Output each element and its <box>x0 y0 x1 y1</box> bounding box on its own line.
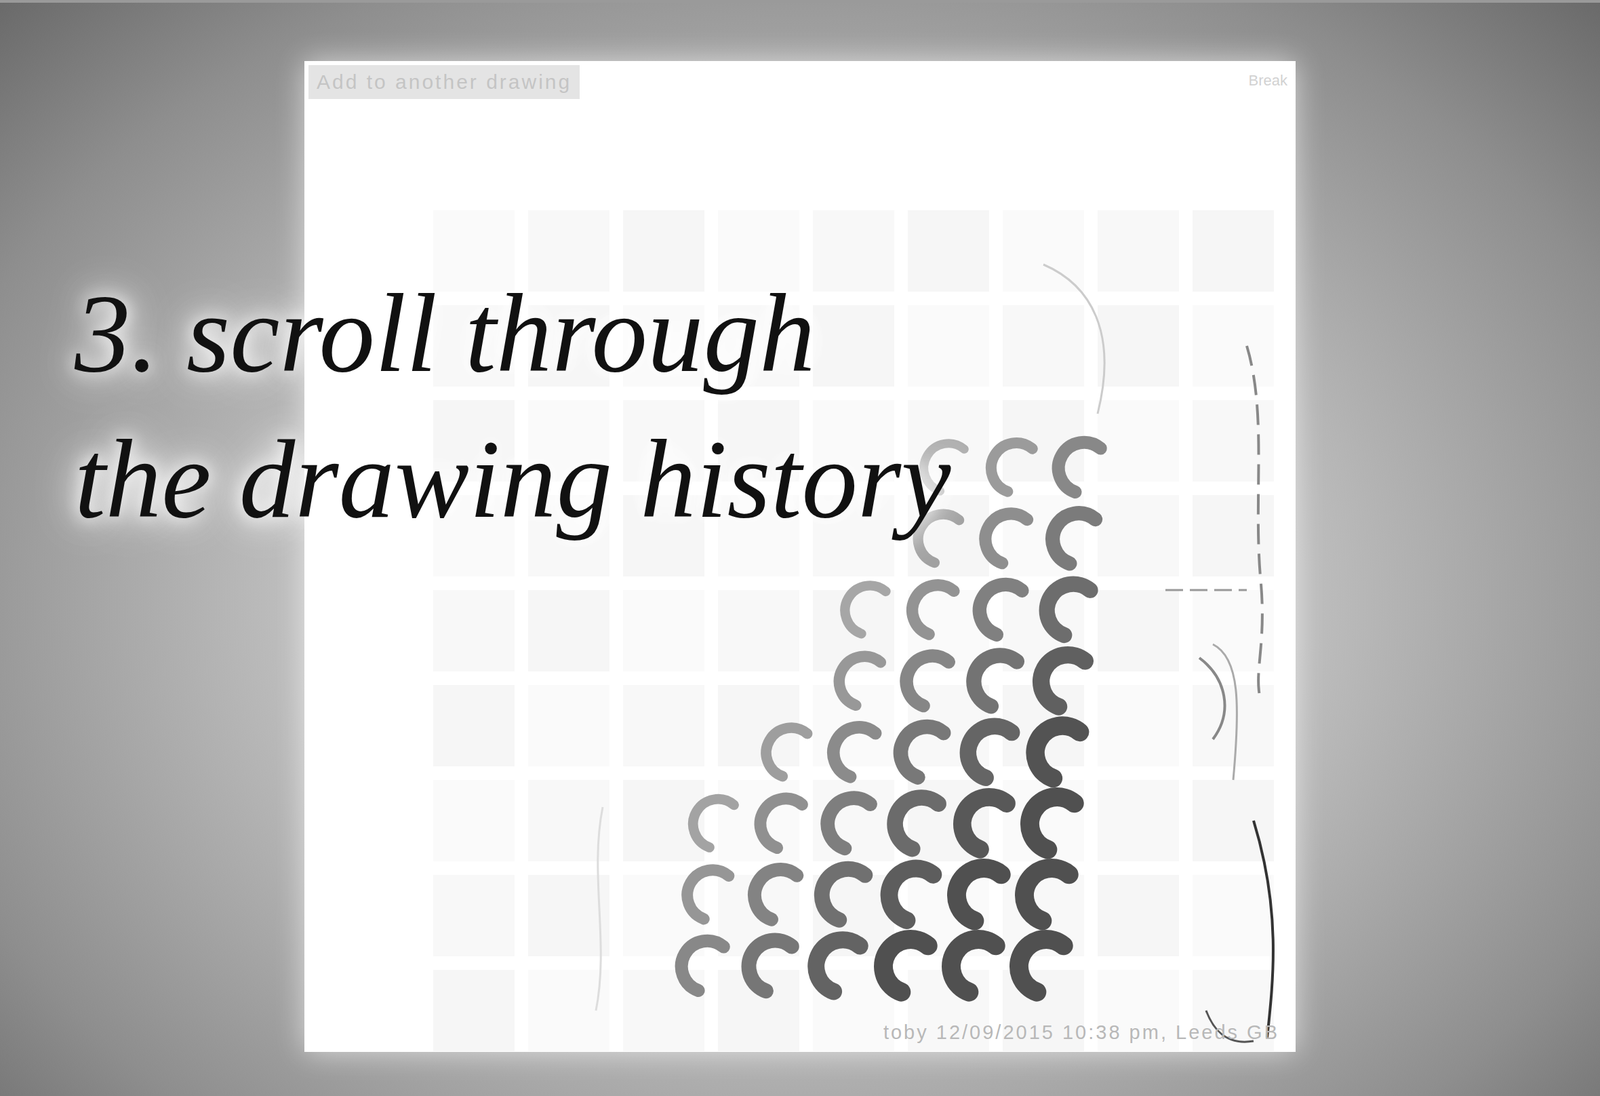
stroke-arc <box>1035 725 1080 778</box>
break-button[interactable]: Break <box>1246 65 1291 97</box>
stroke-arc <box>991 442 1033 492</box>
stroke-arc <box>1058 442 1101 492</box>
stroke-arc <box>912 585 954 634</box>
stroke-arc <box>901 726 944 777</box>
caption-row: toby 12/09/2015 10:38 pm, Leeds GB <box>304 1018 1296 1052</box>
stroke-arc <box>973 654 1017 706</box>
add-to-drawing-button[interactable]: Add to another drawing <box>308 65 580 99</box>
stroke-arc <box>1046 583 1091 635</box>
stroke-arc <box>844 585 886 634</box>
stroke-arc <box>894 797 939 849</box>
stroke-arc <box>681 940 724 990</box>
stroke-arc <box>833 726 876 777</box>
stroke-arc <box>1018 938 1064 992</box>
stroke-arc <box>839 656 881 706</box>
stroke-arc <box>956 867 1002 921</box>
stroke-arc <box>827 797 871 849</box>
instruction-overlay: 3. scroll throughthe drawing history <box>74 260 952 552</box>
stroke-arc <box>1024 867 1070 921</box>
stroke-arc <box>951 938 996 992</box>
stroke-arc <box>985 513 1028 563</box>
stroke-arc <box>889 868 934 921</box>
stroke-arc <box>979 584 1023 635</box>
drawing-panel: Add to another drawing Break toby 12/09/20… <box>304 61 1296 1052</box>
stroke-arc <box>821 868 866 920</box>
drawing-canvas[interactable] <box>304 61 1296 1052</box>
stroke-arc <box>766 727 808 777</box>
stroke-arc <box>1052 513 1096 564</box>
stroke-arc <box>748 940 792 992</box>
drawing-caption: toby 12/09/2015 10:38 pm, Leeds GB <box>879 1018 1284 1047</box>
stroke-arc <box>760 798 803 849</box>
stroke-arc <box>924 443 965 491</box>
stroke-arc <box>687 869 729 919</box>
stroke-arc <box>906 655 949 706</box>
instruction-line: 3. scroll through <box>74 260 952 407</box>
stroke-arc <box>962 796 1007 849</box>
stroke-arc <box>816 939 860 992</box>
app-page: Add to another drawing Break toby 12/09/20… <box>0 0 1600 1096</box>
stroke-arc <box>1029 796 1075 850</box>
stroke-arc <box>692 798 734 847</box>
stroke-arc <box>883 938 929 992</box>
stroke-arc <box>754 869 797 920</box>
stroke-arc <box>917 513 959 563</box>
stroke-arc <box>968 726 1012 778</box>
stroke-arc <box>1041 654 1086 707</box>
instruction-line: the drawing history <box>74 406 952 552</box>
canvas-toolbar: Add to another drawing Break <box>304 61 1296 99</box>
